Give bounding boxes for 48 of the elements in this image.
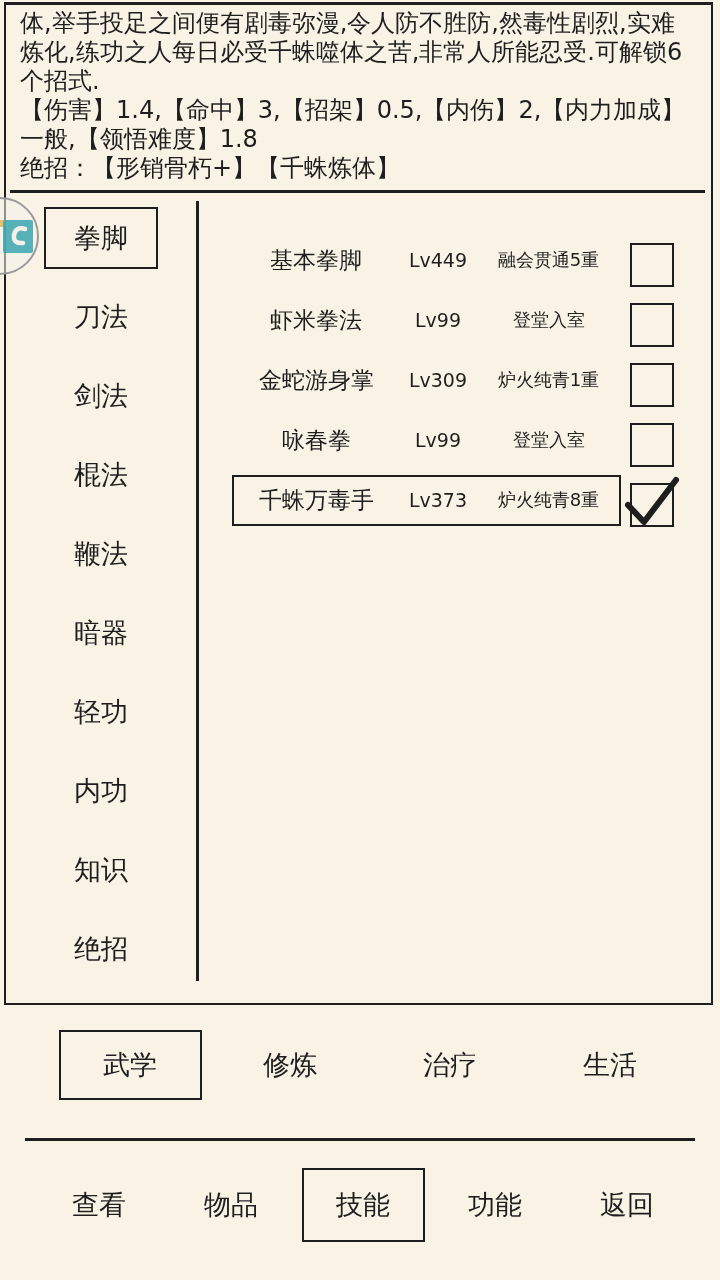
skill-name: 千蛛万毒手 (258, 485, 374, 515)
skill-level: Lv309 (408, 369, 468, 391)
skill-stats: 【伤害】1.4,【命中】3,【招架】0.5,【内伤】2,【内力加成】一般,【领悟难度】1.8 (20, 96, 687, 154)
section-tab[interactable]: 武学 (58, 1030, 202, 1100)
skill-level: Lv449 (408, 249, 468, 271)
category-tab[interactable]: 轻功 (44, 681, 158, 743)
category-tab[interactable]: 鞭法 (44, 523, 158, 585)
skill-name: 基本拳脚 (270, 245, 362, 275)
skill-row[interactable]: 金蛇游身掌 Lv309 炉火纯青1重 (232, 354, 621, 406)
checkbox[interactable] (630, 483, 674, 527)
checkbox[interactable] (630, 423, 674, 467)
section-tab[interactable]: 治疗 (378, 1030, 522, 1100)
skill-description: 体,举手投足之间便有剧毒弥漫,令人防不胜防,然毒性剧烈,实难炼化,练功之人每日必受千蛛噬体之苦,非常人所能忍受.可解锁6个招式. (20, 9, 684, 96)
nav-button[interactable]: 查看 (37, 1168, 161, 1242)
checkbox[interactable] (630, 363, 674, 407)
section-tab[interactable]: 修炼 (218, 1030, 362, 1100)
checkmark-icon (624, 476, 680, 526)
skill-row[interactable]: 虾米拳法 Lv99 登堂入室 (232, 294, 621, 346)
skill-row[interactable]: 咏春拳 Lv99 登堂入室 (232, 414, 621, 466)
skill-realm: 炉火纯青8重 (497, 488, 600, 512)
checkbox[interactable] (630, 243, 674, 287)
skill-realm: 登堂入室 (512, 308, 585, 332)
skill-row[interactable]: 千蛛万毒手 Lv373 炉火纯青8重 (232, 474, 621, 526)
skill-level: Lv99 (415, 429, 461, 451)
category-tab[interactable]: 内功 (44, 760, 158, 822)
category-tab[interactable]: 拳脚 (44, 207, 158, 269)
nav-button[interactable]: 功能 (433, 1168, 557, 1242)
nav-button[interactable]: 返回 (565, 1168, 689, 1242)
skill-level: Lv99 (415, 309, 461, 331)
category-tab[interactable]: 剑法 (44, 365, 158, 427)
category-tab[interactable]: 刀法 (44, 286, 158, 348)
checkbox[interactable] (630, 303, 674, 347)
skill-row[interactable]: 基本拳脚 Lv449 融会贯通5重 (232, 234, 621, 286)
skill-name: 金蛇游身掌 (258, 365, 374, 395)
skill-realm: 融会贯通5重 (497, 248, 600, 272)
nav-button[interactable]: 技能 (301, 1168, 425, 1242)
category-tab[interactable]: 暗器 (44, 602, 158, 664)
ultimate-moves: 绝招：【形销骨朽+】【千蛛炼体】 (20, 154, 402, 183)
category-tab[interactable]: 绝招 (44, 918, 158, 980)
skill-realm: 登堂入室 (512, 428, 585, 452)
skill-name: 咏春拳 (281, 425, 351, 455)
section-tab[interactable]: 生活 (538, 1030, 682, 1100)
skill-level: Lv373 (408, 489, 468, 511)
nav-button[interactable]: 物品 (169, 1168, 293, 1242)
category-tab[interactable]: 棍法 (44, 444, 158, 506)
skill-realm: 炉火纯青1重 (497, 368, 600, 392)
skill-name: 虾米拳法 (270, 305, 362, 335)
category-tab[interactable]: 知识 (44, 839, 158, 901)
